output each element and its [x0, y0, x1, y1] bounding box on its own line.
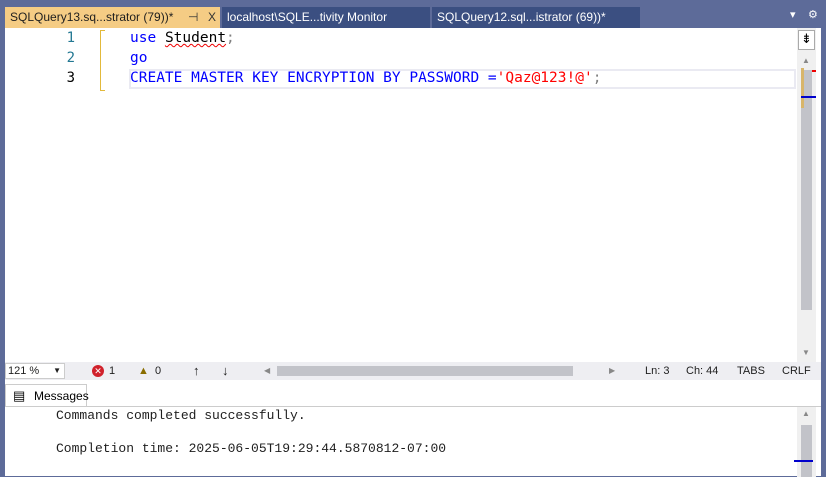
editor-vertical-scrollbar[interactable]: ⇟ ▲ ▼ — [797, 28, 816, 362]
change-margin — [100, 30, 105, 91]
code-line-1[interactable]: use Student; — [130, 28, 235, 48]
punctuation: ; — [592, 70, 602, 86]
change-marker — [801, 68, 804, 108]
column-indicator: Ch: 44 — [686, 365, 719, 377]
line-ending[interactable]: CRLF — [782, 362, 811, 380]
messages-scrollbar[interactable]: ▲ — [794, 407, 816, 477]
scroll-left-icon[interactable]: ◀ — [264, 362, 270, 380]
tab-dropdown-icon[interactable]: ▾ — [790, 8, 796, 21]
split-icon[interactable]: ⇟ — [798, 30, 815, 50]
warning-icon[interactable]: ▲ — [138, 362, 149, 380]
error-count[interactable]: 1 — [109, 362, 115, 380]
warning-count[interactable]: 0 — [155, 362, 161, 380]
scroll-thumb[interactable] — [801, 425, 812, 477]
settings-icon[interactable]: ⚙ — [808, 8, 818, 21]
string-literal: 'Qaz@123!@' — [496, 70, 593, 86]
messages-icon: ▤ — [13, 388, 26, 403]
tab-sqlquery13[interactable]: SQLQuery13.sq...strator (79))* ⊣ X — [5, 7, 220, 28]
messages-tab-label: Messages — [34, 389, 89, 403]
horizontal-scroll-thumb[interactable] — [277, 366, 573, 376]
line-indicator: Ln: 3 — [645, 365, 670, 377]
query-editor[interactable]: 1 2 3 use Student; go CREATE MASTER KEY … — [5, 28, 821, 362]
caret-marker — [801, 96, 816, 98]
line-number: 3 — [66, 70, 75, 86]
tab-label: SQLQuery13.sq...strator (79))* — [10, 10, 174, 24]
zoom-select[interactable]: 121 % ▼ — [5, 363, 65, 379]
zoom-value: 121 % — [8, 365, 40, 377]
scroll-up-icon[interactable]: ▲ — [802, 56, 810, 65]
next-issue-icon[interactable]: ↓ — [222, 362, 229, 380]
indent-mode[interactable]: TABS — [737, 362, 765, 380]
keyword: CREATE MASTER KEY ENCRYPTION BY PASSWORD… — [130, 70, 497, 86]
line-number: 2 — [66, 50, 75, 66]
message-line: Completion time: 2025-06-05T19:29:44.587… — [56, 441, 447, 456]
error-marker — [812, 70, 816, 72]
scroll-right-icon[interactable]: ▶ — [609, 362, 615, 380]
code-line-3[interactable]: CREATE MASTER KEY ENCRYPTION BY PASSWORD… — [130, 68, 601, 88]
scroll-down-icon[interactable]: ▼ — [802, 348, 810, 357]
results-pane: ▤ Messages Commands completed successful… — [5, 380, 821, 477]
tab-activity-monitor[interactable]: localhost\SQLE...tivity Monitor — [222, 7, 430, 28]
identifier: Student — [164, 30, 227, 46]
line-number: 1 — [66, 30, 75, 46]
tab-sqlquery12[interactable]: SQLQuery12.sql...istrator (69))* — [432, 7, 640, 28]
line-number-gutter: 1 2 3 — [5, 28, 95, 362]
previous-issue-icon[interactable]: ↑ — [193, 362, 200, 380]
editor-status-bar: 121 % ▼ ✕ 1 ▲ 0 ↑ ↓ ◀ ▶ Ln: 3 Ch: 44 TABS… — [5, 362, 821, 380]
scroll-up-icon[interactable]: ▲ — [802, 409, 810, 418]
tab-label: localhost\SQLE...tivity Monitor — [227, 10, 388, 24]
tab-label: SQLQuery12.sql...istrator (69))* — [437, 10, 606, 24]
pin-icon[interactable]: ⊣ — [188, 7, 198, 27]
close-icon[interactable]: X — [208, 7, 216, 27]
code-line-2[interactable]: go — [130, 48, 147, 68]
messages-body[interactable]: Commands completed successfully. Complet… — [5, 406, 821, 477]
messages-tab[interactable]: ▤ Messages — [5, 384, 89, 406]
keyword: go — [130, 50, 148, 66]
message-line: Commands completed successfully. — [56, 408, 306, 423]
caret-marker — [794, 460, 813, 462]
document-tab-strip: SQLQuery13.sq...strator (79))* ⊣ X local… — [0, 0, 826, 28]
punctuation: ; — [226, 30, 235, 46]
error-icon[interactable]: ✕ — [92, 365, 104, 377]
keyword: use — [130, 30, 157, 46]
